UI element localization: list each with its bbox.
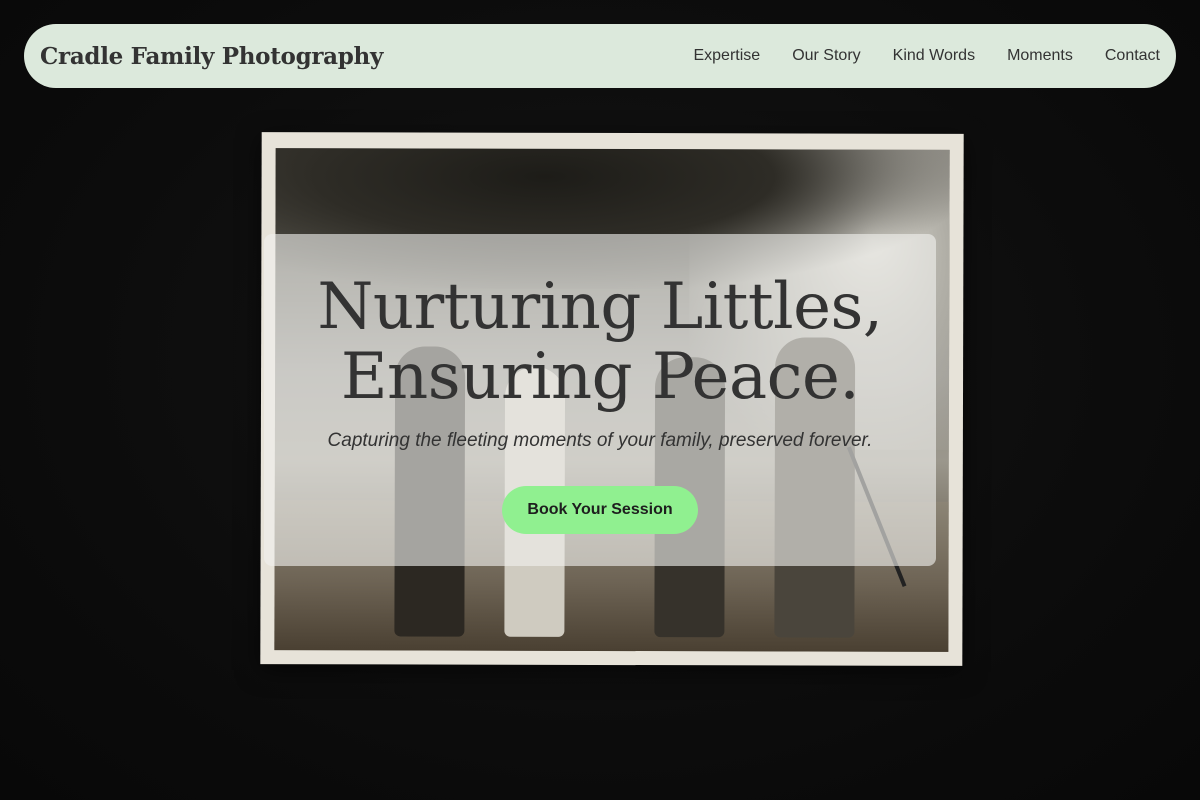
nav-link-kind-words[interactable]: Kind Words [877, 47, 991, 65]
nav-link-expertise[interactable]: Expertise [677, 47, 776, 65]
book-session-button[interactable]: Book Your Session [502, 486, 698, 534]
hero-title-line-2: Ensuring Peace. [340, 340, 860, 414]
nav-link-contact[interactable]: Contact [1089, 47, 1160, 65]
nav-link-our-story[interactable]: Our Story [776, 47, 876, 65]
top-navbar: Cradle Family Photography Expertise Our … [24, 24, 1176, 88]
hero-title-line-1: Nurturing Littles, [317, 270, 883, 344]
nav-links: Expertise Our Story Kind Words Moments C… [677, 47, 1160, 65]
nav-link-moments[interactable]: Moments [991, 47, 1089, 65]
brand-logo-text[interactable]: Cradle Family Photography [40, 43, 383, 70]
hero-title: Nurturing Littles, Ensuring Peace. [264, 272, 936, 412]
hero-subtitle: Capturing the fleeting moments of your f… [327, 430, 873, 451]
hero-card: Nurturing Littles, Ensuring Peace. Captu… [264, 234, 936, 566]
